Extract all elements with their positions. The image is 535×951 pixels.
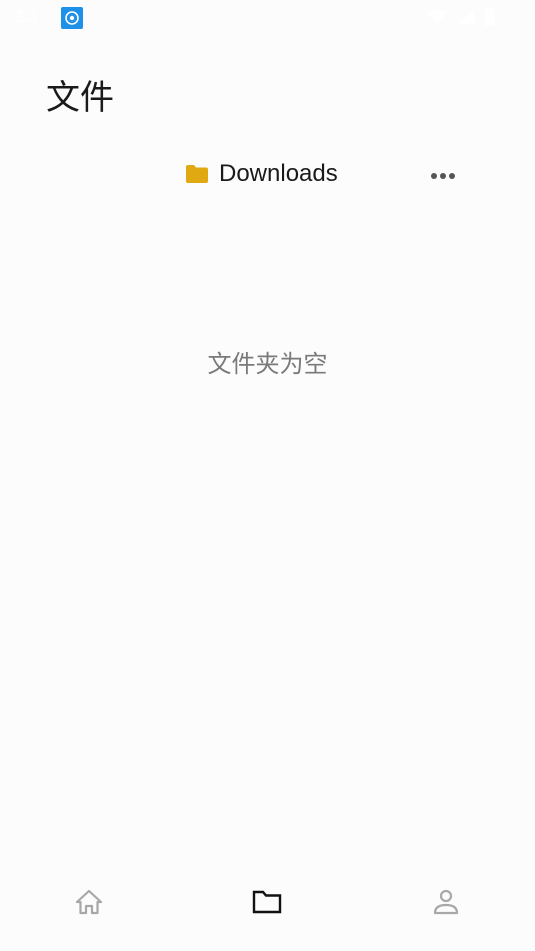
nav-home-button[interactable]	[69, 886, 109, 922]
nav-files-button[interactable]	[247, 886, 287, 922]
bottom-navigation	[0, 872, 535, 936]
nav-profile-button[interactable]	[426, 886, 466, 922]
folder-icon	[185, 164, 209, 184]
more-horizontal-icon	[430, 165, 456, 184]
status-bar: 3:3	[0, 0, 535, 36]
folder-outline-icon	[251, 888, 283, 920]
more-options-button[interactable]	[426, 163, 460, 185]
empty-folder-message: 文件夹为空	[207, 350, 328, 378]
breadcrumb[interactable]: Downloads	[185, 157, 338, 191]
page-title: 文件	[46, 78, 114, 118]
folder-name: Downloads	[219, 160, 338, 187]
cell-signal-icon	[457, 9, 475, 29]
status-time: 3:3	[14, 7, 38, 26]
person-icon	[432, 887, 460, 921]
home-icon	[74, 887, 104, 921]
status-icons	[427, 8, 495, 30]
wifi-icon	[427, 9, 447, 29]
app-notification-icon	[61, 7, 83, 29]
battery-icon	[485, 8, 495, 30]
files-screen: 3:3 文件 Downloads 文件夹为空	[0, 0, 535, 951]
